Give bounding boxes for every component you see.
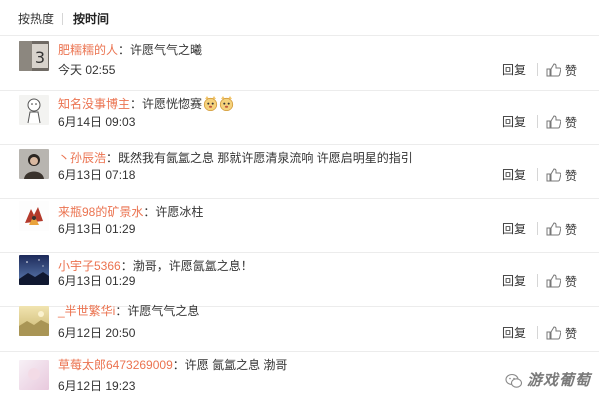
reply-button[interactable]: 回复 [502, 63, 526, 77]
comment-content: 来瓶98的矿景水：许愿冰柱 [58, 204, 589, 220]
avatar-number-3-icon[interactable]: 3 [19, 41, 49, 71]
thumbs-up-icon [546, 115, 561, 129]
comment-content: 肥糯糯的人：许愿气气之曦 [58, 42, 589, 58]
comment-colon: ： [118, 43, 131, 57]
like-label: 赞 [565, 327, 578, 341]
like-button[interactable]: 赞 [546, 274, 577, 289]
svg-text:3: 3 [35, 48, 45, 67]
comment-time: 今天 02:55 [58, 63, 116, 77]
comment-content: _半世繁华i：许愿气气之息 [58, 303, 589, 319]
thumbs-up-icon [546, 63, 561, 77]
sort-by-time-tab[interactable]: 按时间 [73, 12, 109, 26]
like-button[interactable]: 赞 [546, 326, 577, 341]
reply-button[interactable]: 回复 [502, 222, 526, 236]
action-divider [537, 168, 538, 181]
avatar-sketch-figure-icon[interactable] [19, 95, 49, 125]
comment-item: 丶孙辰浩：既然我有氤氲之息 那就许愿清泉流响 许愿启明星的指引 6月13日 07… [0, 145, 599, 199]
comment-item: 知名没事博主：许愿恍惚赛 6月14日 09:03 回复 赞 [0, 91, 599, 145]
reply-button[interactable]: 回复 [502, 115, 526, 129]
comment-time: 6月14日 09:03 [58, 115, 136, 129]
thumbs-up-icon [546, 168, 561, 182]
like-button[interactable]: 赞 [546, 63, 577, 78]
sort-divider [62, 13, 63, 25]
like-label: 赞 [565, 223, 578, 237]
like-button[interactable]: 赞 [546, 115, 577, 130]
comment-text: 许愿恍惚赛 [142, 97, 203, 111]
like-label: 赞 [565, 116, 578, 130]
comment-username[interactable]: 知名没事博主 [58, 97, 130, 111]
comment-text: 许愿 氤氲之息 渤哥 [184, 358, 288, 372]
like-label: 赞 [565, 275, 578, 289]
comment-time: 6月13日 01:29 [58, 222, 136, 236]
cute-face-emoji-icon [219, 96, 234, 111]
cute-face-emoji-icon [203, 96, 218, 111]
sort-by-hot-tab[interactable]: 按热度 [18, 12, 54, 26]
comment-colon: ： [143, 205, 156, 219]
comment-username[interactable]: 丶孙辰浩 [58, 151, 106, 165]
sort-bar: 按热度 按时间 [0, 0, 599, 36]
comment-text: 许愿气气之息 [127, 304, 200, 318]
comment-content: 丶孙辰浩：既然我有氤氲之息 那就许愿清泉流响 许愿启明星的指引 [58, 150, 589, 166]
action-divider [537, 222, 538, 235]
like-button[interactable]: 赞 [546, 168, 577, 183]
comment-username[interactable]: 来瓶98的矿景水 [58, 205, 143, 219]
comment-username[interactable]: 小宇子5366 [58, 259, 121, 273]
comment-text: 既然我有氤氲之息 那就许愿清泉流响 许愿启明星的指引 [118, 151, 413, 165]
like-button[interactable]: 赞 [546, 222, 577, 237]
comment-username[interactable]: 草莓太郎6473269009 [58, 358, 173, 372]
avatar-landscape-icon[interactable] [19, 306, 49, 336]
comment-colon: ： [172, 358, 185, 372]
action-divider [537, 274, 538, 287]
comment-text: 许愿冰柱 [155, 205, 204, 219]
comment-colon: ： [115, 304, 128, 318]
thumbs-up-icon [546, 222, 561, 236]
comment-text: 许愿气气之曦 [130, 43, 203, 57]
watermark-text: 游戏葡萄 [527, 372, 592, 389]
comment-time: 6月12日 20:50 [58, 326, 136, 340]
reply-button[interactable]: 回复 [502, 274, 526, 288]
comment-colon: ： [106, 151, 119, 165]
like-label: 赞 [565, 64, 578, 78]
avatar-person-photo-icon[interactable] [19, 149, 49, 179]
comment-username[interactable]: 肥糯糯的人 [58, 43, 118, 57]
comment-item: 来瓶98的矿景水：许愿冰柱 6月13日 01:29 回复 赞 [0, 199, 599, 253]
comment-username[interactable]: _半世繁华i [58, 304, 115, 318]
watermark: 游戏葡萄 [505, 370, 597, 392]
comment-time: 6月13日 07:18 [58, 168, 136, 182]
reply-button[interactable]: 回复 [502, 168, 526, 182]
action-divider [537, 115, 538, 128]
comment-content: 小宇子5366：渤哥，许愿氤氲之息！ [58, 258, 589, 274]
comment-time: 6月12日 19:23 [58, 379, 136, 393]
comment-colon: ： [120, 259, 133, 273]
avatar-dragon-icon[interactable] [19, 201, 49, 231]
wechat-logo-icon [505, 372, 523, 390]
comment-content: 知名没事博主：许愿恍惚赛 [58, 96, 589, 112]
comment-item: 3 肥糯糯的人：许愿气气之曦 今天 02:55 回复 赞 [0, 37, 599, 91]
thumbs-up-icon [546, 274, 561, 288]
action-divider [537, 63, 538, 76]
comment-time: 6月13日 01:29 [58, 274, 136, 288]
comment-text: 渤哥，许愿氤氲之息！ [132, 259, 253, 273]
thumbs-up-icon [546, 326, 561, 340]
avatar-night-sky-icon[interactable] [19, 255, 49, 285]
reply-button[interactable]: 回复 [502, 326, 526, 340]
avatar-pink-pastel-icon[interactable] [19, 360, 49, 390]
comment-colon: ： [130, 97, 143, 111]
comment-item: _半世繁华i：许愿气气之息 6月12日 20:50 回复 赞 [0, 298, 599, 352]
action-divider [537, 326, 538, 339]
like-label: 赞 [565, 169, 578, 183]
